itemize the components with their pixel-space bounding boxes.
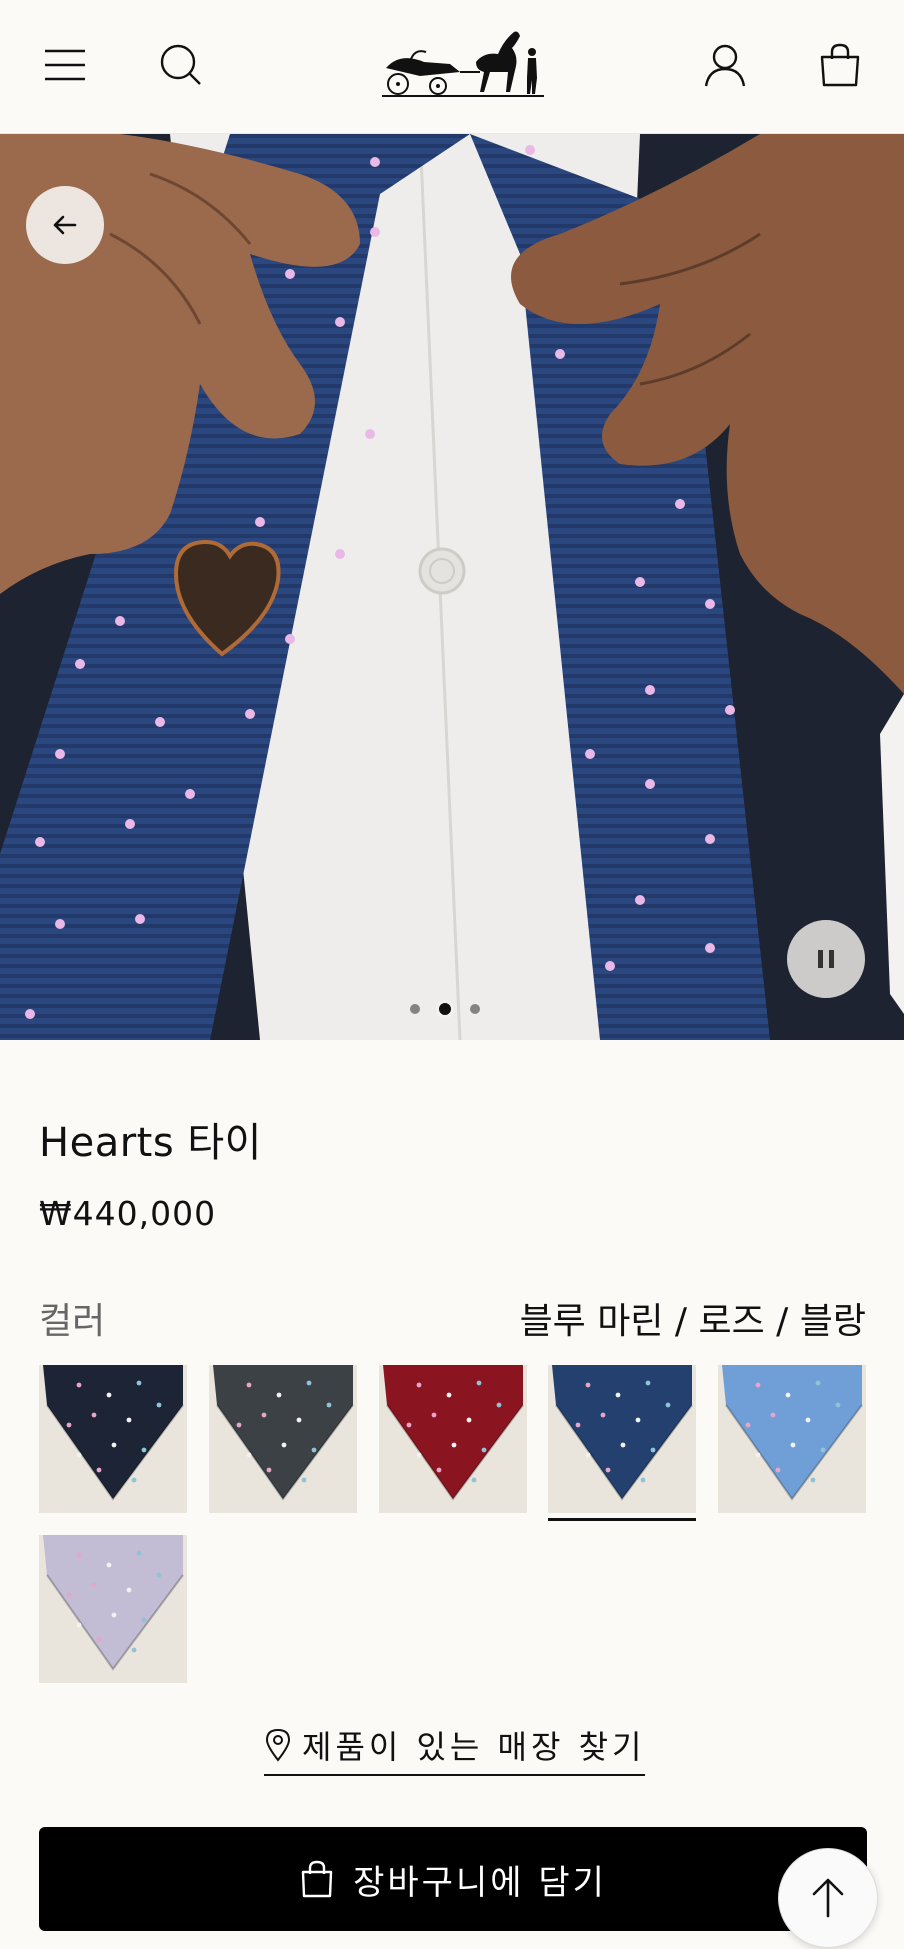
add-to-cart-label: 장바구니에 담기 [353, 1862, 607, 1903]
color-label: 컬러 [39, 1301, 106, 1342]
carousel-dot-3[interactable] [470, 1004, 480, 1014]
arrow-up-icon [812, 1878, 844, 1918]
location-pin-icon [265, 1728, 291, 1762]
color-swatch[interactable] [209, 1365, 357, 1513]
selected-swatch-indicator [548, 1518, 696, 1521]
carousel-dot-2[interactable] [436, 1000, 454, 1018]
find-store-link[interactable]: 제품이 있는 매장 찾기 [264, 1722, 646, 1776]
tie-photo [0, 134, 904, 1040]
color-swatch[interactable] [718, 1365, 866, 1513]
color-swatch[interactable] [39, 1365, 187, 1513]
add-to-cart-button[interactable]: 장바구니에 담기 [39, 1827, 867, 1931]
hermes-carriage-logo[interactable] [380, 22, 546, 102]
carousel-dot-1[interactable] [410, 1004, 420, 1014]
hamburger-menu-icon[interactable] [35, 35, 95, 95]
product-price: ₩440,000 [39, 1194, 217, 1233]
shopping-bag-icon [301, 1860, 333, 1898]
find-store-label: 제품이 있는 매장 찾기 [302, 1728, 646, 1766]
color-swatch[interactable] [39, 1535, 187, 1683]
pause-icon [818, 950, 834, 968]
site-header [0, 0, 904, 134]
back-to-top-button[interactable] [778, 1848, 878, 1948]
arrow-left-icon [53, 215, 77, 235]
back-button[interactable] [26, 186, 104, 264]
search-icon[interactable] [151, 35, 211, 95]
product-title: Hearts 타이 [39, 1120, 262, 1166]
color-swatch[interactable] [548, 1365, 696, 1513]
pause-button[interactable] [787, 920, 865, 998]
user-icon[interactable] [695, 35, 755, 95]
carousel-indicators [410, 1000, 480, 1018]
selected-color-name: 블루 마린 / 로즈 / 블랑 [519, 1301, 866, 1342]
shopping-bag-icon[interactable] [810, 35, 870, 95]
product-hero-image[interactable] [0, 134, 904, 1040]
color-swatch[interactable] [379, 1365, 527, 1513]
